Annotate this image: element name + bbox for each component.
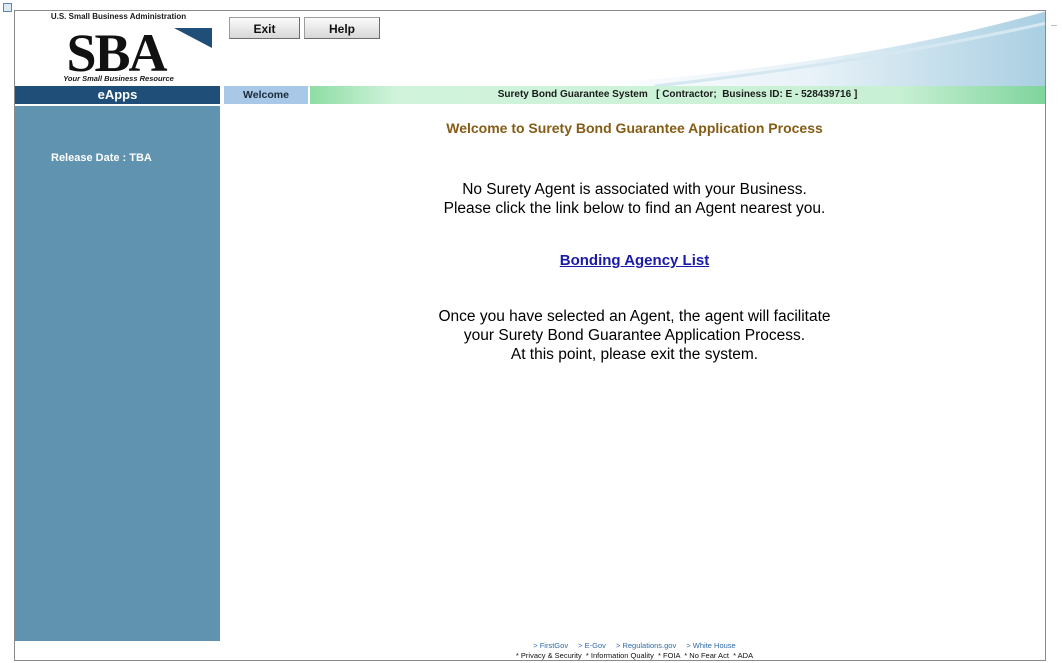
bonding-agency-link-container: Bonding Agency List [224,252,1045,269]
agency-name: U.S. Small Business Administration [50,12,187,21]
page-title: Welcome to Surety Bond Guarantee Applica… [446,120,823,136]
message-line: At this point, please exit the system. [510,346,759,363]
scroll-marker [1051,25,1057,26]
header: U.S. Small Business Administration SBA Y… [15,11,1045,86]
footer-policies[interactable]: * Privacy & Security * Information Quali… [224,651,1045,660]
eapps-label: eApps [15,86,220,104]
sba-wordmark-text: SBA [66,23,167,76]
bonding-agency-list-link[interactable]: Bonding Agency List [560,252,709,269]
tab-welcome[interactable]: Welcome [224,86,308,104]
help-button[interactable]: Help [304,17,380,39]
footer-link-regulations[interactable]: > Regulations.gov [616,641,676,650]
sba-wordmark: SBA [66,23,212,76]
page-icon [3,3,12,12]
message-line: Please click the link below to find an A… [443,200,826,217]
footer-links: > FirstGov > E-Gov > Regulations.gov > W… [224,641,1045,650]
sba-logo[interactable]: U.S. Small Business Administration SBA Y… [16,12,221,84]
nav-bar: eApps Welcome Surety Bond Guarantee Syst… [15,86,1045,104]
logo-tagline: Your Small Business Resource [63,74,174,83]
no-agent-message: No Surety Agent is associated with your … [224,180,1045,218]
message-line: your Surety Bond Guarantee Application P… [463,327,806,344]
footer-link-whitehouse[interactable]: > White House [686,641,735,650]
footer: > FirstGov > E-Gov > Regulations.gov > W… [224,641,1045,660]
app-frame: U.S. Small Business Administration SBA Y… [14,10,1046,661]
release-date: Release Date : TBA [51,152,152,164]
message-line: No Surety Agent is associated with your … [462,181,807,198]
message-line: Once you have selected an Agent, the age… [438,308,831,325]
system-info-bar: Surety Bond Guarantee System [ Contracto… [310,86,1045,104]
sidebar: Release Date : TBA [15,106,220,641]
header-swoosh-graphic [575,11,1045,86]
main-content: Welcome to Surety Bond Guarantee Applica… [224,106,1045,641]
exit-button[interactable]: Exit [229,17,300,39]
footer-link-firstgov[interactable]: > FirstGov [533,641,568,650]
instructions-message: Once you have selected an Agent, the age… [224,307,1045,364]
footer-link-egov[interactable]: > E-Gov [578,641,606,650]
